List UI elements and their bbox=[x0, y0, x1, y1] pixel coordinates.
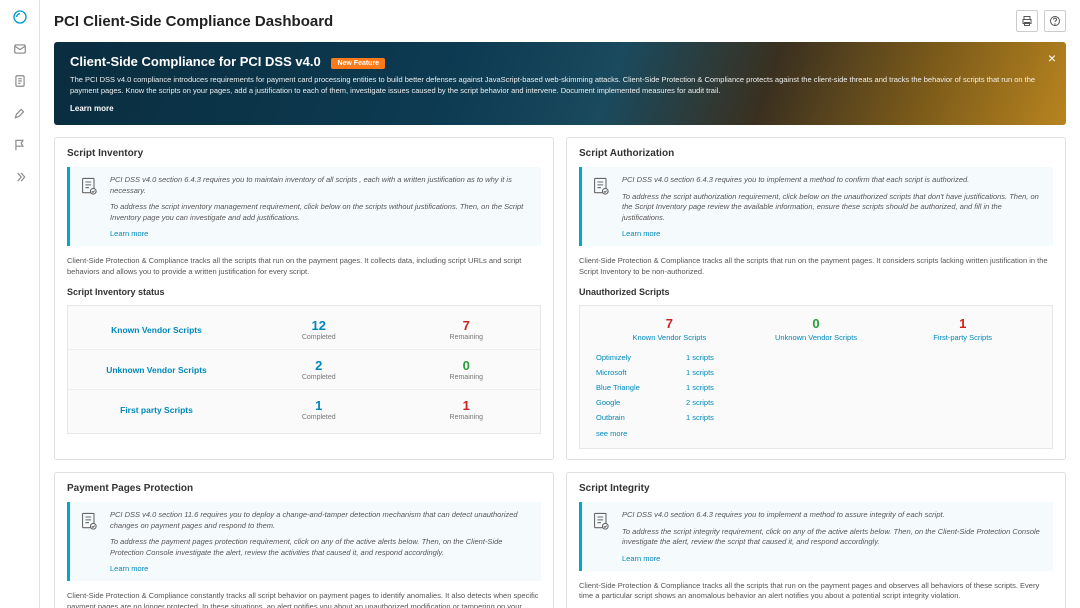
infobox: PCI DSS v4.0 section 6.4.3 requires you … bbox=[579, 167, 1053, 246]
stats-label[interactable]: Known Vendor Scripts bbox=[68, 325, 245, 335]
page-header: PCI Client-Side Compliance Dashboard bbox=[54, 10, 1066, 32]
status-heading: Script Inventory status bbox=[67, 287, 541, 297]
main-content: PCI Client-Side Compliance Dashboard Cli… bbox=[40, 0, 1080, 608]
vendor-list: Optimizely1 scripts Microsoft1 scripts B… bbox=[596, 350, 1036, 425]
card-script-authorization: Script Authorization PCI DSS v4.0 sectio… bbox=[566, 137, 1066, 460]
vendor-item: Microsoft1 scripts bbox=[596, 365, 1036, 380]
banner-title: Client-Side Compliance for PCI DSS v4.0 bbox=[70, 54, 321, 69]
instruction-text: To address the payment pages protection … bbox=[110, 537, 531, 558]
ua-label[interactable]: Known Vendor Scripts bbox=[596, 333, 743, 342]
card-script-inventory: Script Inventory PCI DSS v4.0 section 6.… bbox=[54, 137, 554, 460]
ua-label[interactable]: First-party Scripts bbox=[889, 333, 1036, 342]
nav-dashboard-icon[interactable] bbox=[11, 8, 29, 26]
completed-count[interactable]: 2 bbox=[245, 358, 393, 373]
card-payment-protection: Payment Pages Protection PCI DSS v4.0 se… bbox=[54, 472, 554, 608]
vendor-item: Google2 scripts bbox=[596, 395, 1036, 410]
document-icon bbox=[80, 512, 98, 532]
vendor-item: Optimizely1 scripts bbox=[596, 350, 1036, 365]
requirement-text: PCI DSS v4.0 section 6.4.3 requires you … bbox=[110, 175, 531, 196]
stats-label[interactable]: Unknown Vendor Scripts bbox=[68, 365, 245, 375]
requirement-text: PCI DSS v4.0 section 6.4.3 requires you … bbox=[622, 175, 1043, 186]
banner-close-icon[interactable]: × bbox=[1048, 50, 1056, 66]
completed-count[interactable]: 1 bbox=[245, 398, 393, 413]
document-icon bbox=[80, 177, 98, 197]
ua-count[interactable]: 1 bbox=[889, 316, 1036, 331]
remaining-count[interactable]: 7 bbox=[393, 318, 541, 333]
card-body: Client-Side Protection & Compliance trac… bbox=[579, 256, 1053, 277]
ua-count[interactable]: 7 bbox=[596, 316, 743, 331]
card-title: Script Integrity bbox=[579, 483, 1053, 494]
stats-label[interactable]: First party Scripts bbox=[68, 405, 245, 415]
help-button[interactable] bbox=[1044, 10, 1066, 32]
nav-flag-icon[interactable] bbox=[11, 136, 29, 154]
nav-clipboard-icon[interactable] bbox=[11, 72, 29, 90]
infobox: PCI DSS v4.0 section 6.4.3 requires you … bbox=[67, 167, 541, 246]
infobox: PCI DSS v4.0 section 6.4.3 requires you … bbox=[579, 502, 1053, 571]
nav-tools-icon[interactable] bbox=[11, 104, 29, 122]
banner-learn-more[interactable]: Learn more bbox=[70, 104, 1050, 113]
stats-row: First party Scripts 1Completed 1Remainin… bbox=[68, 389, 540, 429]
infobox-learn-more[interactable]: Learn more bbox=[110, 564, 531, 573]
card-script-integrity: Script Integrity PCI DSS v4.0 section 6.… bbox=[566, 472, 1066, 608]
see-more-link[interactable]: see more bbox=[596, 429, 1036, 438]
card-body: Client-Side Protection & Compliance trac… bbox=[579, 581, 1053, 602]
new-feature-badge: New Feature bbox=[331, 58, 385, 69]
instruction-text: To address the script inventory manageme… bbox=[110, 202, 531, 223]
stats-row: Unknown Vendor Scripts 2Completed 0Remai… bbox=[68, 349, 540, 389]
instruction-text: To address the script integrity requirem… bbox=[622, 527, 1043, 548]
document-icon bbox=[592, 512, 610, 532]
ua-label[interactable]: Unknown Vendor Scripts bbox=[743, 333, 890, 342]
instruction-text: To address the script authorization requ… bbox=[622, 192, 1043, 224]
feature-banner: Client-Side Compliance for PCI DSS v4.0 … bbox=[54, 42, 1066, 125]
requirement-text: PCI DSS v4.0 section 6.4.3 requires you … bbox=[622, 510, 1043, 521]
vendor-item: Outbrain1 scripts bbox=[596, 410, 1036, 425]
card-title: Payment Pages Protection bbox=[67, 483, 541, 494]
unauthorized-stats: 7 Known Vendor Scripts 0 Unknown Vendor Sc… bbox=[579, 305, 1053, 449]
infobox: PCI DSS v4.0 section 11.6 requires you t… bbox=[67, 502, 541, 581]
document-icon bbox=[592, 177, 610, 197]
nav-messages-icon[interactable] bbox=[11, 40, 29, 58]
card-body: Client-Side Protection & Compliance trac… bbox=[67, 256, 541, 277]
inventory-stats: Known Vendor Scripts 12Completed 7Remain… bbox=[67, 305, 541, 434]
status-heading: Unauthorized Scripts bbox=[579, 287, 1053, 297]
nav-expand-icon[interactable] bbox=[11, 168, 29, 186]
infobox-learn-more[interactable]: Learn more bbox=[622, 554, 1043, 563]
card-body: Client-Side Protection & Compliance cons… bbox=[67, 591, 541, 608]
print-button[interactable] bbox=[1016, 10, 1038, 32]
ua-count[interactable]: 0 bbox=[743, 316, 890, 331]
infobox-learn-more[interactable]: Learn more bbox=[622, 229, 1043, 238]
page-title: PCI Client-Side Compliance Dashboard bbox=[54, 13, 333, 30]
completed-count[interactable]: 12 bbox=[245, 318, 393, 333]
card-title: Script Authorization bbox=[579, 148, 1053, 159]
vendor-item: Blue Triangle1 scripts bbox=[596, 380, 1036, 395]
card-title: Script Inventory bbox=[67, 148, 541, 159]
infobox-learn-more[interactable]: Learn more bbox=[110, 229, 531, 238]
stats-row: Known Vendor Scripts 12Completed 7Remain… bbox=[68, 310, 540, 349]
banner-description: The PCI DSS v4.0 compliance introduces r… bbox=[70, 75, 1050, 96]
remaining-count[interactable]: 0 bbox=[393, 358, 541, 373]
sidebar bbox=[0, 0, 40, 608]
requirement-text: PCI DSS v4.0 section 11.6 requires you t… bbox=[110, 510, 531, 531]
remaining-count[interactable]: 1 bbox=[393, 398, 541, 413]
